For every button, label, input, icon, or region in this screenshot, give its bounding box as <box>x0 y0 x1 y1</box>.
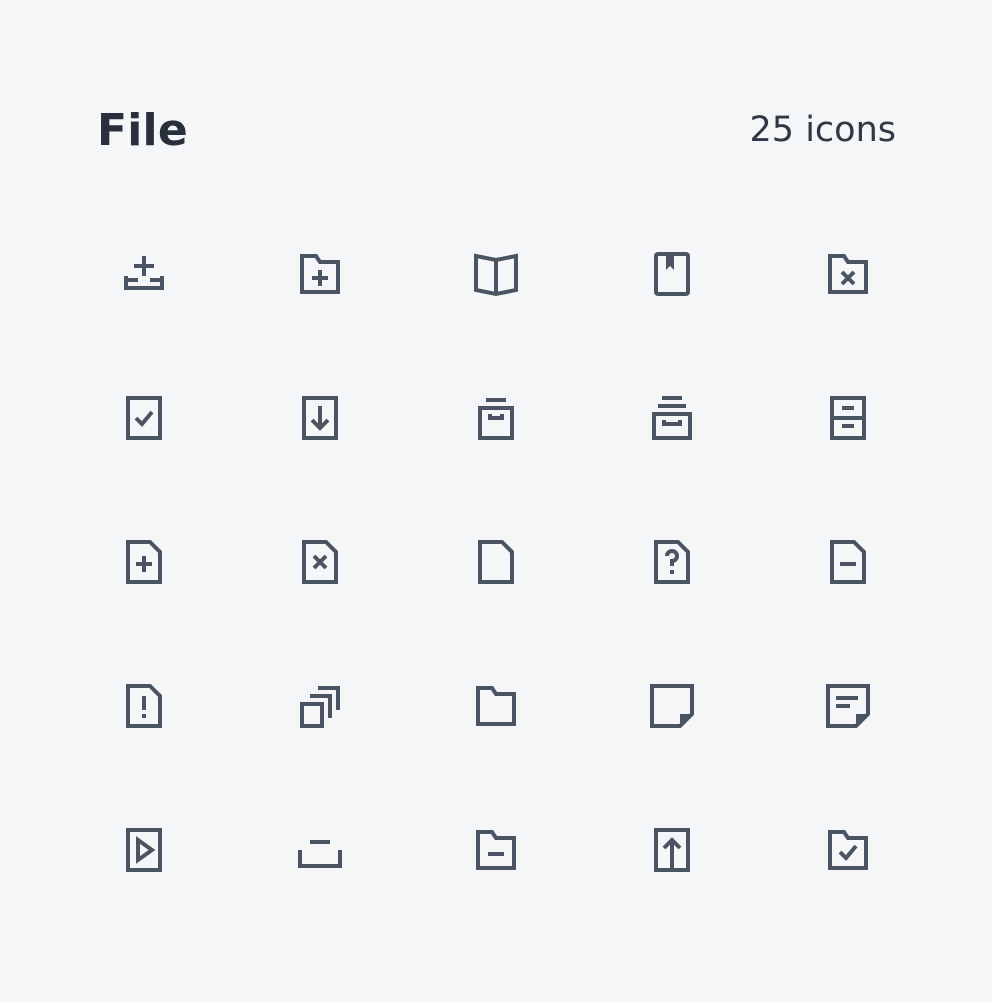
icon-cell[interactable] <box>232 346 408 490</box>
sticky-note-icon <box>650 684 694 728</box>
folder-check-icon <box>828 830 868 870</box>
folder-icon <box>476 686 516 726</box>
folder-minus-icon <box>476 830 516 870</box>
icon-cell[interactable] <box>584 202 760 346</box>
icon-cell[interactable] <box>584 778 760 922</box>
icon-cell[interactable] <box>232 634 408 778</box>
icon-grid <box>56 202 936 922</box>
icon-cell[interactable] <box>56 346 232 490</box>
page-header: File 25 icons <box>97 100 896 160</box>
file-download-icon <box>302 396 338 440</box>
icon-cell[interactable] <box>232 490 408 634</box>
file-cabinet-icon <box>830 396 866 440</box>
copy-stack-icon <box>300 686 340 728</box>
bookmark-book-icon <box>654 252 690 296</box>
page-title: File <box>97 104 188 156</box>
tray-icon <box>298 840 342 868</box>
icon-cell[interactable] <box>408 346 584 490</box>
icon-cell[interactable] <box>408 202 584 346</box>
folder-remove-icon <box>828 254 868 294</box>
icon-cell[interactable] <box>56 490 232 634</box>
file-alert-icon <box>126 684 162 728</box>
archive-stack-icon <box>652 396 692 440</box>
file-add-icon <box>126 540 162 584</box>
icon-cell[interactable] <box>232 202 408 346</box>
icon-cell[interactable] <box>56 778 232 922</box>
icon-cell[interactable] <box>408 634 584 778</box>
inbox-add-icon <box>124 256 164 290</box>
icon-cell[interactable] <box>584 490 760 634</box>
archive-box-icon <box>478 398 514 440</box>
file-play-icon <box>126 828 162 872</box>
file-blank-icon <box>478 540 514 584</box>
icon-cell[interactable] <box>232 778 408 922</box>
icon-cell[interactable] <box>408 778 584 922</box>
icon-cell[interactable] <box>584 346 760 490</box>
file-check-icon <box>126 396 162 440</box>
icon-cell[interactable] <box>760 634 936 778</box>
icon-cell[interactable] <box>56 202 232 346</box>
icon-cell[interactable] <box>760 346 936 490</box>
file-minus-icon <box>830 540 866 584</box>
file-upload-icon <box>654 828 690 872</box>
icon-cell[interactable] <box>760 202 936 346</box>
file-remove-icon <box>302 540 338 584</box>
icon-cell[interactable] <box>760 778 936 922</box>
icon-cell[interactable] <box>584 634 760 778</box>
file-question-icon <box>654 540 690 584</box>
icon-cell[interactable] <box>408 490 584 634</box>
icon-cell[interactable] <box>760 490 936 634</box>
icon-count: 25 icons <box>749 110 896 150</box>
icon-cell[interactable] <box>56 634 232 778</box>
note-text-icon <box>826 684 870 728</box>
open-book-icon <box>474 253 518 297</box>
folder-add-icon <box>300 254 340 294</box>
